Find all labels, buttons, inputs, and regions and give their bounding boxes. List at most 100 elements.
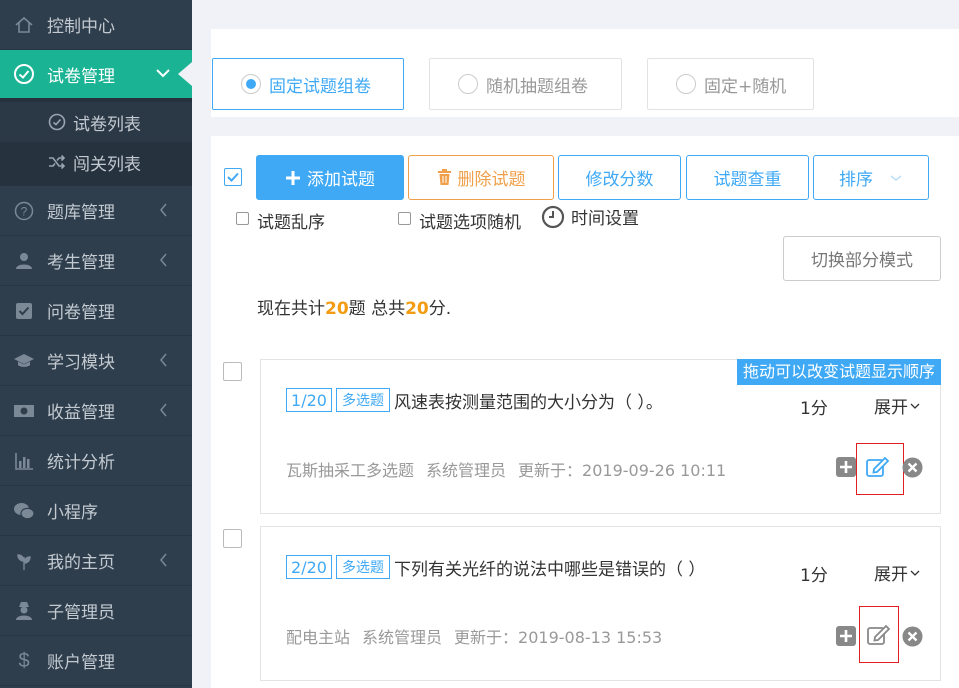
- sidebar-item-label: 小程序: [47, 503, 98, 523]
- chevron-left-icon: [160, 403, 167, 417]
- sidebar-subitem-exam-list[interactable]: 试卷列表: [0, 102, 192, 142]
- trash-icon: [437, 169, 452, 186]
- sort-label: 排序: [839, 170, 873, 190]
- sidebar-subitem-level-list[interactable]: 闯关列表: [0, 142, 192, 182]
- mode-fixed-button[interactable]: 固定试题组卷: [212, 58, 404, 110]
- question-checkbox[interactable]: [223, 362, 242, 381]
- add-to-section-button[interactable]: [836, 626, 856, 646]
- compose-mode-panel: 固定试题组卷 随机抽题组卷 固定+随机: [211, 29, 959, 117]
- wechat-icon: [12, 499, 36, 523]
- sidebar-item-exam-management[interactable]: 试卷管理: [0, 50, 192, 98]
- sidebar-item-question-bank[interactable]: ? 题库管理: [0, 186, 192, 236]
- dollar-icon: $: [12, 649, 36, 673]
- dedupe-label: 试题查重: [713, 170, 782, 190]
- chevron-left-icon: [160, 553, 167, 567]
- question-circle-icon: ?: [12, 199, 36, 223]
- select-all-checkbox[interactable]: [224, 168, 242, 186]
- question-category: 瓦斯抽采工多选题: [286, 461, 415, 480]
- delete-question-label: 删除试题: [457, 170, 526, 190]
- sidebar-item-dashboard[interactable]: 控制中心: [0, 0, 192, 50]
- mode-fixed-label: 固定试题组卷: [269, 76, 371, 97]
- dedupe-button[interactable]: 试题查重: [686, 155, 809, 200]
- sidebar-item-label: 控制中心: [47, 17, 115, 37]
- sidebar: 控制中心 试卷管理 试卷列表 闯关列表 ? 题库管理 考生管理 问卷管理 学习模…: [0, 0, 192, 688]
- sidebar-item-statistics[interactable]: 统计分析: [0, 436, 192, 486]
- add-question-button[interactable]: 添加试题: [256, 155, 404, 200]
- chevron-down-icon: [910, 570, 920, 576]
- check-circle-icon: [12, 62, 36, 86]
- shuffle-option[interactable]: 试题乱序: [236, 208, 325, 233]
- question-author: 系统管理员: [362, 628, 443, 647]
- sidebar-item-candidates[interactable]: 考生管理: [0, 236, 192, 286]
- sidebar-item-homepage[interactable]: 我的主页: [0, 536, 192, 586]
- expand-label: 展开: [874, 565, 908, 585]
- question-expand-toggle[interactable]: 展开: [874, 560, 920, 585]
- sidebar-subitem-label: 试卷列表: [73, 114, 141, 135]
- question-number: 1/20: [286, 388, 332, 412]
- add-to-section-button[interactable]: [836, 457, 856, 477]
- chevron-left-icon: [160, 253, 167, 267]
- sidebar-item-label: 我的主页: [47, 553, 115, 573]
- user-secret-icon: [12, 599, 36, 623]
- sidebar-item-label: 考生管理: [47, 253, 115, 273]
- remove-question-button[interactable]: [902, 457, 923, 478]
- user-icon: [12, 249, 36, 273]
- sidebar-item-survey[interactable]: 问卷管理: [0, 286, 192, 336]
- time-setting-option[interactable]: 时间设置: [541, 204, 639, 229]
- sort-dropdown[interactable]: 排序: [813, 155, 929, 200]
- money-icon: [12, 399, 36, 423]
- question-number: 2/20: [286, 555, 332, 579]
- random-icon: [48, 153, 66, 171]
- delete-question-button[interactable]: 删除试题: [408, 155, 554, 200]
- check-square-icon: [12, 299, 36, 323]
- switch-section-mode-button[interactable]: 切换部分模式: [783, 236, 941, 281]
- summary-prefix: 现在共计: [257, 299, 325, 319]
- edit-icon: [866, 456, 890, 477]
- modify-score-label: 修改分数: [585, 170, 654, 190]
- question-text: 风速表按测量范围的大小分为（ ）。: [394, 393, 663, 413]
- sidebar-item-account[interactable]: $ 账户管理: [0, 636, 192, 686]
- option-random-checkbox[interactable]: [398, 212, 411, 225]
- question-category: 配电主站: [286, 628, 351, 647]
- sidebar-item-sub-admins[interactable]: 子管理员: [0, 586, 192, 636]
- question-card[interactable]: 2/20 多选题 下列有关光纤的说法中哪些是错误的（ ） 1分 展开 配电主站系…: [260, 526, 941, 681]
- clock-icon: [541, 205, 565, 228]
- question-updated: 更新于：2019-08-13 15:53: [454, 628, 663, 647]
- question-expand-toggle[interactable]: 展开: [874, 393, 920, 418]
- sidebar-item-label: 学习模块: [47, 353, 115, 373]
- chevron-left-icon: [160, 353, 167, 367]
- expand-label: 展开: [874, 398, 908, 418]
- question-card[interactable]: 拖动可以改变试题显示顺序 1/20 多选题 风速表按测量范围的大小分为（ ）。 …: [260, 359, 941, 514]
- shuffle-checkbox[interactable]: [236, 212, 249, 225]
- sidebar-item-label: 题库管理: [47, 203, 115, 223]
- switch-section-mode-label: 切换部分模式: [811, 251, 913, 271]
- summary-suffix: 分.: [428, 299, 452, 319]
- svg-text:$: $: [18, 650, 29, 672]
- sidebar-item-label: 统计分析: [47, 453, 115, 473]
- shuffle-label: 试题乱序: [257, 213, 325, 233]
- option-random-option[interactable]: 试题选项随机: [398, 208, 521, 233]
- sidebar-item-label: 子管理员: [47, 603, 115, 623]
- question-author: 系统管理员: [426, 461, 507, 480]
- remove-question-button[interactable]: [902, 626, 923, 647]
- option-random-label: 试题选项随机: [419, 213, 521, 233]
- mode-random-label: 随机抽题组卷: [486, 76, 588, 97]
- plus-square-icon: [836, 457, 856, 477]
- sidebar-item-revenue[interactable]: 收益管理: [0, 386, 192, 436]
- question-score: 1分: [800, 399, 828, 419]
- question-checkbox[interactable]: [223, 529, 242, 548]
- add-question-label: 添加试题: [307, 170, 375, 190]
- question-type-badge: 多选题: [336, 388, 390, 412]
- mode-random-button[interactable]: 随机抽题组卷: [429, 58, 622, 110]
- plus-icon: [285, 170, 301, 186]
- bar-chart-icon: [12, 449, 36, 473]
- sidebar-item-learning[interactable]: 学习模块: [0, 336, 192, 386]
- mode-mixed-button[interactable]: 固定+随机: [647, 58, 814, 110]
- sidebar-item-mini-program[interactable]: 小程序: [0, 486, 192, 536]
- radio-selected-icon: [241, 74, 261, 94]
- time-setting-label: 时间设置: [571, 209, 639, 229]
- edit-question-button[interactable]: [867, 624, 891, 646]
- modify-score-button[interactable]: 修改分数: [558, 155, 681, 200]
- edit-question-button[interactable]: [866, 456, 890, 478]
- edit-icon: [867, 624, 891, 645]
